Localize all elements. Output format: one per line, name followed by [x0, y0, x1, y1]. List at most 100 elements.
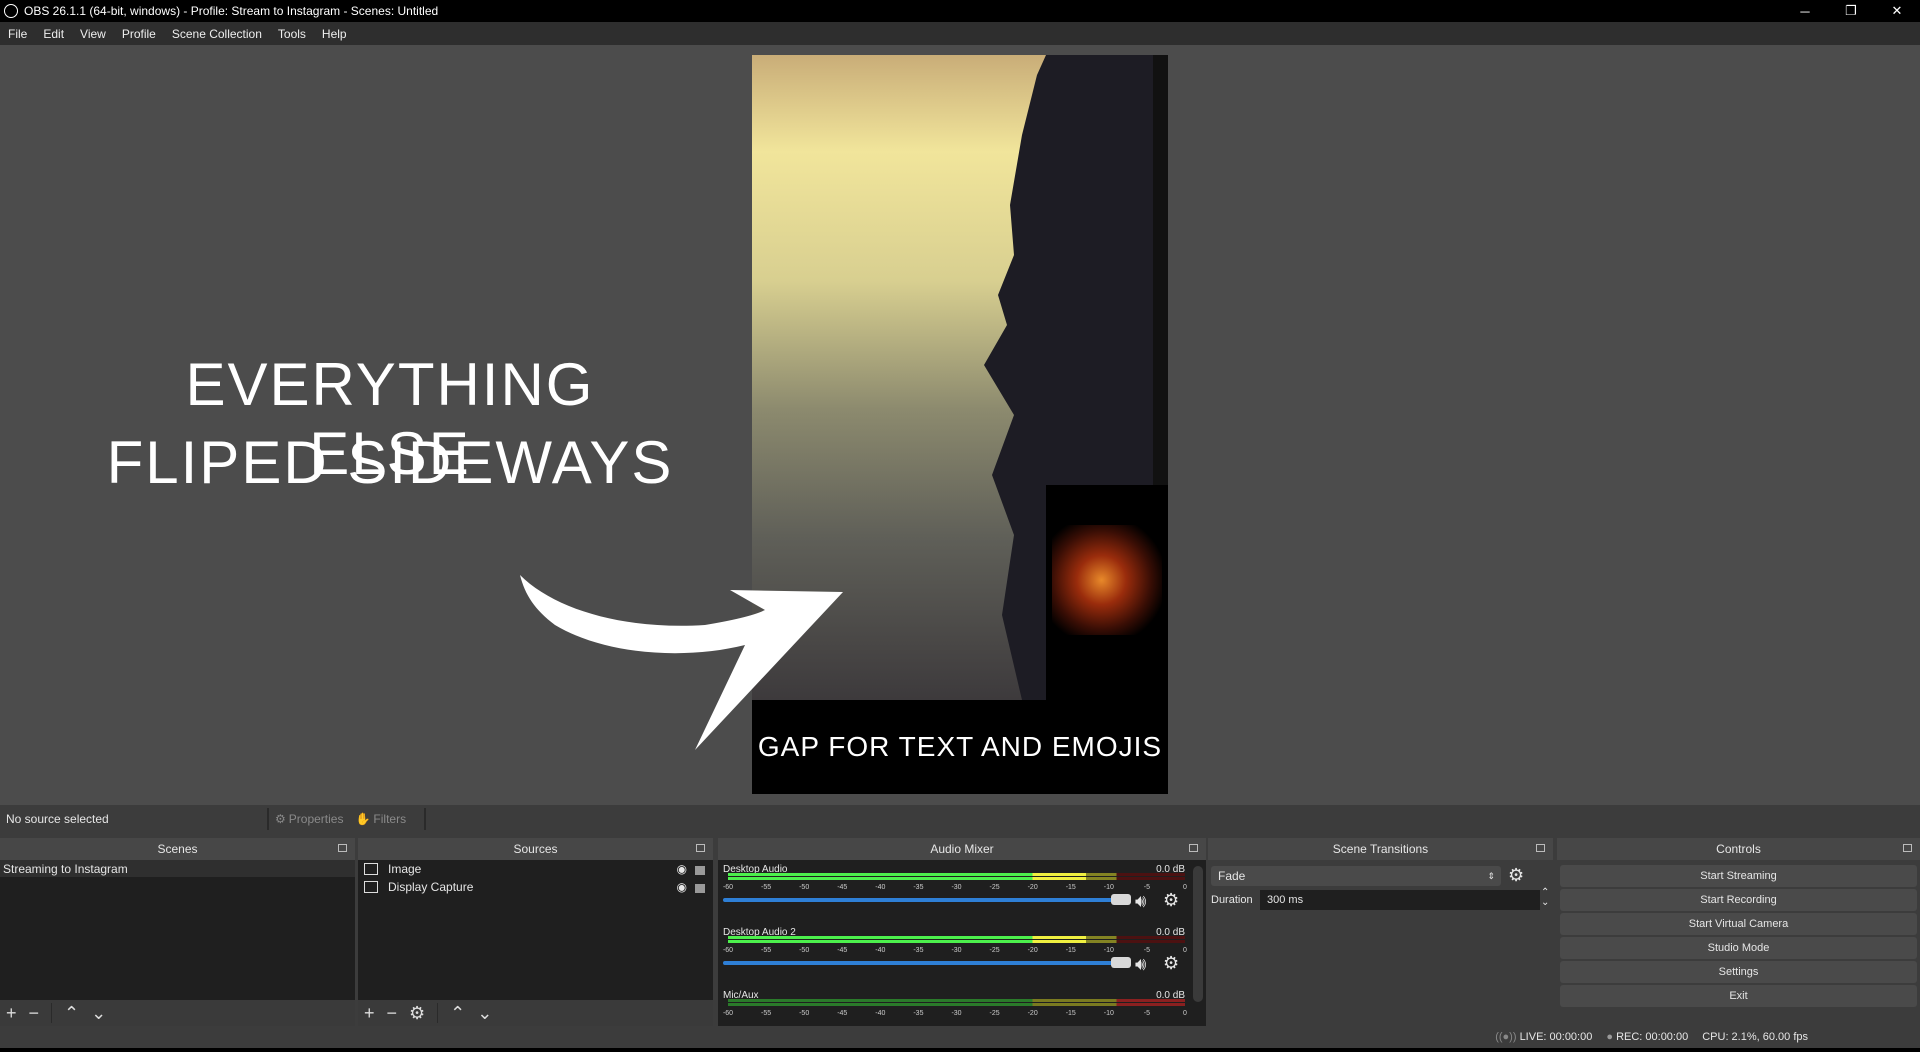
meter-tick-label: -30	[951, 947, 962, 954]
undock-icon[interactable]	[696, 844, 705, 852]
divider	[437, 1003, 439, 1023]
source-item[interactable]: Image ◉	[358, 860, 713, 878]
rec-status: ● REC: 00:00:00	[1606, 1031, 1688, 1043]
minimize-button[interactable]: ─	[1782, 0, 1828, 22]
meter-tick-label: -50	[799, 884, 810, 891]
meter-tick-label: -30	[951, 884, 962, 891]
menu-profile[interactable]: Profile	[114, 27, 164, 41]
volume-slider[interactable]	[723, 957, 1131, 968]
live-time: LIVE: 00:00:00	[1519, 1031, 1593, 1043]
meter-tick-label: 0	[1183, 947, 1187, 954]
rec-time: REC: 00:00:00	[1616, 1031, 1689, 1043]
menu-help[interactable]: Help	[314, 27, 355, 41]
meter-tick-label: -55	[761, 947, 772, 954]
move-up-button[interactable]: ⌃	[450, 1003, 465, 1024]
meter-tick-label: -5	[1143, 1010, 1151, 1017]
meter-tick-label: -30	[951, 1010, 962, 1017]
transition-select[interactable]: Fade ⇕	[1211, 866, 1501, 886]
meter-tick-label: -5	[1143, 947, 1151, 954]
meter-tick-label: -15	[1065, 947, 1076, 954]
close-button[interactable]: ✕	[1874, 0, 1920, 22]
undock-icon[interactable]	[1189, 844, 1198, 852]
volume-meter	[723, 999, 1185, 1006]
source-toolbar: No source selected ⚙ Properties ✋ Filters	[0, 805, 1920, 833]
volume-slider[interactable]	[723, 894, 1131, 905]
undock-icon[interactable]	[1903, 844, 1912, 852]
studio-mode-button[interactable]: Studio Mode	[1560, 937, 1917, 959]
slider-handle[interactable]	[1111, 957, 1131, 968]
restore-button[interactable]: ❐	[1828, 0, 1874, 22]
meter-tick-label: -10	[1103, 947, 1114, 954]
menu-file[interactable]: File	[0, 27, 35, 41]
slider-handle[interactable]	[1111, 894, 1131, 905]
mixer-channel: Desktop Audio 2 0.0 dB -60 -55 -50 -45 -40 -3…	[723, 927, 1187, 983]
sources-dock: Sources Image ◉ Display Capture ◉ + − ⚙ ⌃ ⌄	[358, 838, 713, 1026]
cpu-status: CPU: 2.1%, 60.00 fps	[1702, 1031, 1808, 1043]
lock-icon[interactable]	[695, 884, 705, 893]
audio-mixer-dock: Audio Mixer Desktop Audio 0.0 dB -60 -55-…	[718, 838, 1206, 1026]
start-virtual-camera-button[interactable]: Start Virtual Camera	[1560, 913, 1917, 935]
source-properties-button[interactable]: ⚙	[409, 1003, 425, 1024]
display-capture-source[interactable]	[1046, 485, 1168, 700]
add-scene-button[interactable]: +	[6, 1003, 17, 1024]
duration-input[interactable]: 300 ms	[1260, 890, 1540, 910]
move-down-button[interactable]: ⌄	[477, 1003, 492, 1024]
source-name: Image	[388, 862, 422, 876]
preview-area[interactable]: EVERYTHING ELSE FLIPED SIDEWAYS GAP FOR …	[0, 45, 1920, 805]
volume-meter	[723, 936, 1185, 943]
undock-icon[interactable]	[1536, 844, 1545, 852]
transition-settings-button[interactable]: ⚙	[1508, 865, 1524, 886]
mixer-scrollbar[interactable]	[1193, 866, 1203, 1002]
meter-tick-label: -25	[989, 947, 1000, 954]
title-bar: OBS 26.1.1 (64-bit, windows) - Profile: …	[0, 0, 1920, 22]
start-recording-button[interactable]: Start Recording	[1560, 889, 1917, 911]
live-status: ((●)) LIVE: 00:00:00	[1495, 1031, 1592, 1043]
divider	[424, 808, 427, 830]
menu-scene-collection[interactable]: Scene Collection	[164, 27, 270, 41]
lock-icon[interactable]	[695, 866, 705, 875]
menu-edit[interactable]: Edit	[35, 27, 72, 41]
move-down-button[interactable]: ⌄	[91, 1003, 106, 1024]
meter-tick-label: -35	[913, 884, 924, 891]
filters-button[interactable]: ✋ Filters	[355, 812, 406, 826]
menu-view[interactable]: View	[72, 27, 114, 41]
exit-button[interactable]: Exit	[1560, 985, 1917, 1007]
overlay-text-line2: FLIPED SIDEWAYS	[106, 429, 674, 496]
move-up-button[interactable]: ⌃	[64, 1003, 79, 1024]
meter-tick-label: -25	[989, 1010, 1000, 1017]
properties-button[interactable]: ⚙ Properties	[275, 812, 343, 826]
remove-source-button[interactable]: −	[387, 1003, 398, 1024]
duration-stepper[interactable]: ⌃ ⌄	[1541, 888, 1549, 908]
meter-tick-label: -50	[799, 1010, 810, 1017]
volume-meter	[723, 873, 1185, 880]
undock-icon[interactable]	[338, 844, 347, 852]
remove-scene-button[interactable]: −	[29, 1003, 40, 1024]
menu-tools[interactable]: Tools	[270, 27, 314, 41]
controls-dock: Controls Start Streaming Start Recording…	[1557, 838, 1920, 1026]
speaker-icon[interactable]: 🔊︎	[1135, 954, 1146, 975]
settings-button[interactable]: Settings	[1560, 961, 1917, 983]
add-source-button[interactable]: +	[364, 1003, 375, 1024]
meter-tick-label: -60	[722, 1010, 734, 1017]
meter-tick-label: -35	[913, 1010, 924, 1017]
speaker-icon[interactable]: 🔊︎	[1135, 891, 1146, 912]
gear-icon[interactable]: ⚙	[1163, 953, 1179, 974]
no-source-label: No source selected	[6, 812, 109, 826]
display-capture-taskbar	[1153, 55, 1168, 485]
meter-tick-label: -15	[1065, 884, 1076, 891]
scene-item[interactable]: Streaming to Instagram	[0, 860, 355, 877]
window-border	[0, 1048, 1920, 1052]
gear-icon[interactable]: ⚙	[1163, 890, 1179, 911]
source-item[interactable]: Display Capture ◉	[358, 878, 713, 896]
spinner-icon: ⇕	[1487, 870, 1495, 881]
meter-tick-label: -40	[875, 1010, 886, 1017]
meter-tick-label: -20	[1027, 884, 1038, 891]
start-streaming-button[interactable]: Start Streaming	[1560, 865, 1917, 887]
eye-icon[interactable]: ◉	[677, 862, 687, 876]
menu-bar: File Edit View Profile Scene Collection …	[0, 22, 1920, 45]
eye-icon[interactable]: ◉	[677, 880, 687, 894]
meter-tick-label: -35	[913, 947, 924, 954]
obs-logo-icon	[4, 4, 18, 18]
gear-icon: ⚙	[275, 812, 286, 826]
filters-label: Filters	[373, 812, 407, 826]
